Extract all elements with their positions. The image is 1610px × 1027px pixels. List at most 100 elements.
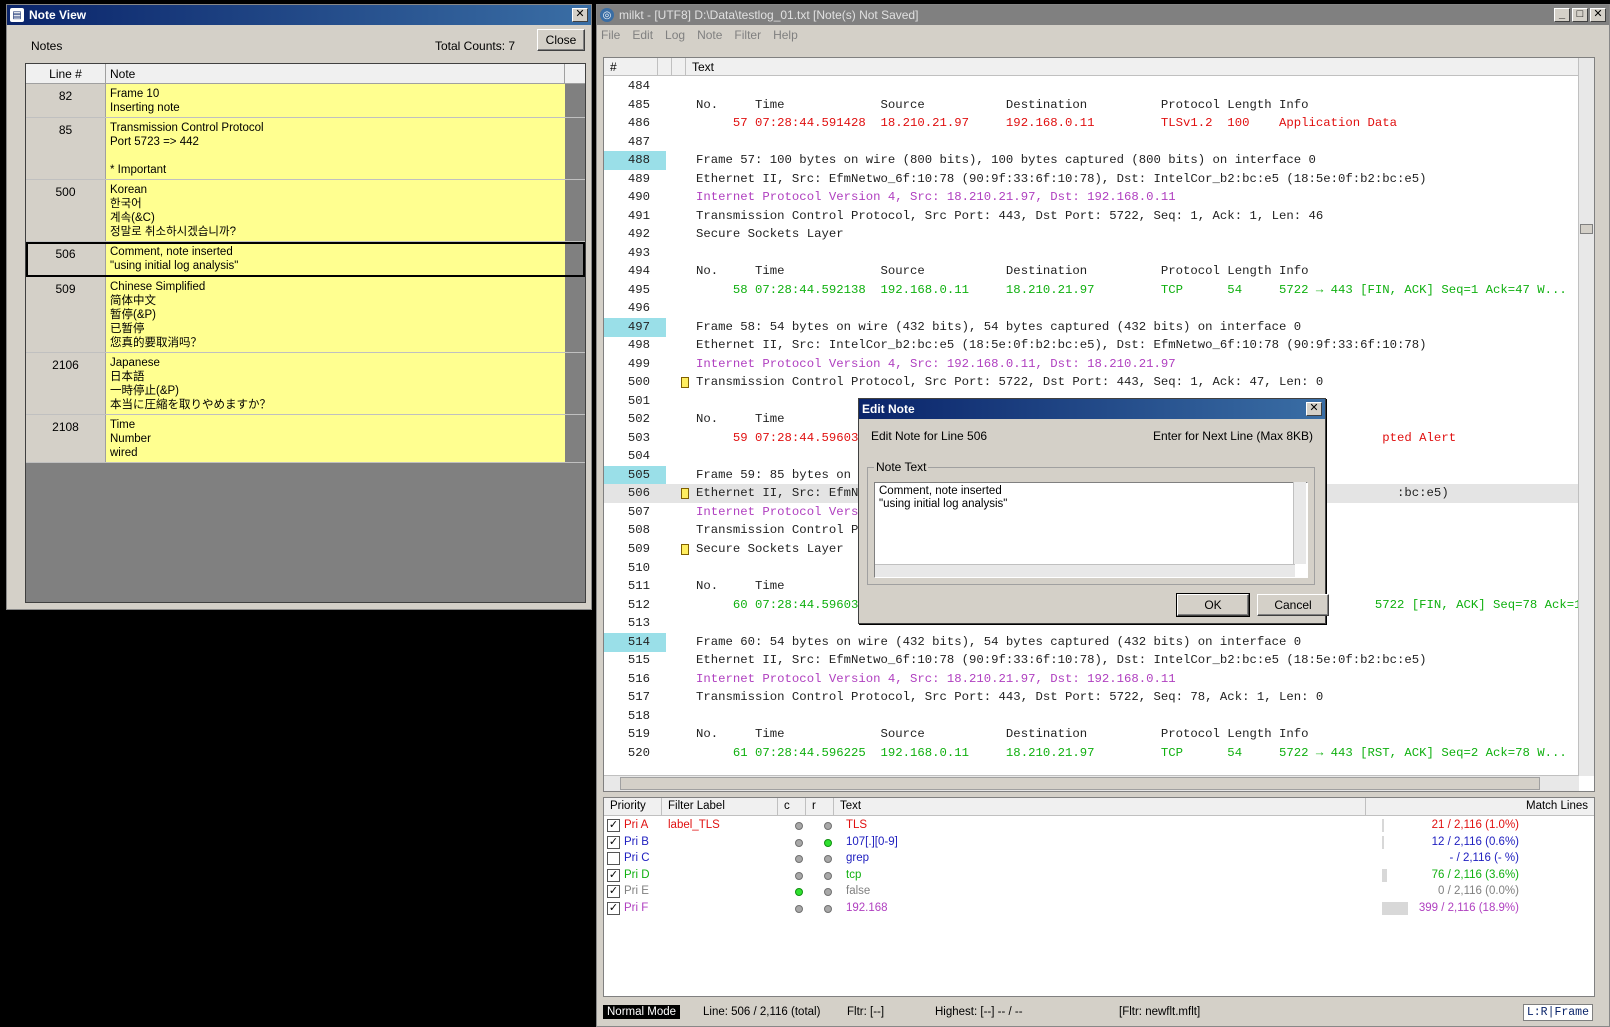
table-row[interactable]: 506 Comment, note inserted "using initial… — [26, 242, 585, 277]
edit-note-titlebar[interactable]: Edit Note ✕ — [859, 399, 1325, 419]
table-row[interactable]: 2106 Japanese 日本語 一時停止(&P) 本当に圧縮を取りやめますか？ — [26, 353, 585, 415]
log-line[interactable]: 496 — [604, 299, 1579, 318]
hscroll-thumb[interactable] — [620, 777, 1540, 790]
case-toggle-icon[interactable] — [795, 888, 803, 897]
col-line-header[interactable]: Line # — [26, 64, 106, 83]
note-icon[interactable] — [681, 377, 689, 389]
log-line[interactable]: 494 No. Time Source Destination Protocol … — [604, 262, 1579, 281]
log-line[interactable]: 500 Transmission Control Protocol, Src Po… — [604, 373, 1579, 392]
note-line-number: 2108 — [26, 415, 106, 462]
menu-item-edit[interactable]: Edit — [632, 28, 653, 42]
log-line[interactable]: 518 — [604, 707, 1579, 726]
regex-toggle-icon[interactable] — [824, 838, 832, 847]
log-line[interactable]: 519 No. Time Source Destination Protocol … — [604, 725, 1579, 744]
filter-row[interactable]: ✓ Pri F 192.168 399 / 2,116 (18.9%) — [604, 900, 1579, 917]
log-line[interactable]: 495 58 07:28:44.592138 192.168.0.11 18.2… — [604, 281, 1579, 300]
regex-toggle-icon[interactable] — [824, 822, 832, 830]
log-line[interactable]: 484 — [604, 77, 1579, 96]
vertical-scrollbar[interactable] — [1578, 58, 1594, 776]
note-icon[interactable] — [681, 488, 689, 500]
frame-indicator[interactable]: L:R|Frame — [1522, 1003, 1593, 1021]
log-line[interactable]: 488 Frame 57: 100 bytes on wire (800 bits… — [604, 151, 1579, 171]
table-row[interactable]: 2108 Time Number wired — [26, 415, 585, 463]
regex-toggle-icon[interactable] — [824, 905, 832, 913]
menu-item-log[interactable]: Log — [665, 28, 685, 42]
col-note-header[interactable]: Note — [106, 64, 565, 83]
log-line[interactable]: 490 Internet Protocol Version 4, Src: 18.… — [604, 188, 1579, 207]
col-note-header[interactable] — [672, 58, 686, 75]
filter-text: false — [846, 885, 871, 898]
minimize-icon[interactable]: _ — [1554, 8, 1570, 22]
filter-row[interactable]: Pri C grep - / 2,116 (- %) — [604, 850, 1579, 867]
scroll-thumb[interactable] — [1580, 224, 1593, 234]
filter-col-c-header[interactable]: c — [778, 798, 806, 815]
log-line[interactable]: 516 Internet Protocol Version 4, Src: 18.… — [604, 670, 1579, 689]
table-row[interactable]: 82 Frame 10 Inserting note — [26, 84, 585, 118]
note-view-titlebar[interactable]: ▤ Note View ✕ — [7, 5, 591, 25]
filter-checkbox[interactable]: ✓ — [607, 868, 620, 882]
filter-checkbox[interactable]: ✓ — [607, 819, 620, 832]
log-line[interactable]: 520 61 07:28:44.596225 192.168.0.11 18.2… — [604, 744, 1579, 763]
table-row[interactable]: 509 Chinese Simplified 简体中文 暂停(&P) 已暂停 您真… — [26, 277, 585, 353]
filter-row[interactable]: ✓ Pri D tcp 76 / 2,116 (3.6%) — [604, 867, 1579, 884]
col-num-header[interactable]: # — [604, 58, 658, 75]
line-text: Internet Protocol Version 4, Src: 18.210… — [696, 190, 1176, 205]
log-line[interactable]: 485 No. Time Source Destination Protocol … — [604, 96, 1579, 115]
menu-item-filter[interactable]: Filter — [734, 28, 761, 42]
regex-toggle-icon[interactable] — [824, 871, 832, 880]
table-row[interactable]: 500 Korean 한국어 계속(&C) 정말로 취소하시겠습니까? — [26, 180, 585, 242]
col-text-header[interactable]: Text — [686, 58, 1594, 75]
menu-item-note[interactable]: Note — [697, 28, 722, 42]
regex-toggle-icon[interactable] — [824, 888, 832, 897]
log-line[interactable]: 497 Frame 58: 54 bytes on wire (432 bits)… — [604, 317, 1579, 337]
close-icon[interactable]: ✕ — [1306, 402, 1322, 416]
filter-checkbox[interactable]: ✓ — [607, 835, 620, 849]
filter-row[interactable]: ✓ Pri B 107[.][0-9] 12 / 2,116 (0.6%) — [604, 834, 1579, 851]
log-line[interactable]: 515 Ethernet II, Src: EfmNetwo_6f:10:78 (… — [604, 651, 1579, 670]
menu-item-file[interactable]: File — [601, 28, 620, 42]
filter-pane[interactable]: Priority Filter Label c r Text Match Lines ✓ P… — [603, 797, 1595, 997]
filter-checkbox[interactable]: ✓ — [607, 902, 620, 915]
main-titlebar[interactable]: ◎ milkt - [UTF8] D:\Data\testlog_01.txt … — [597, 5, 1609, 25]
log-line[interactable]: 514 Frame 60: 54 bytes on wire (432 bits)… — [604, 632, 1579, 652]
horizontal-scrollbar[interactable] — [604, 775, 1579, 791]
log-line[interactable]: 499 Internet Protocol Version 4, Src: 192… — [604, 355, 1579, 374]
line-number: 513 — [627, 616, 650, 631]
log-line[interactable]: 487 — [604, 133, 1579, 152]
filter-row[interactable]: ✓ Pri E false 0 / 2,116 (0.0%) — [604, 883, 1579, 900]
table-row[interactable]: 85 Transmission Control Protocol Port 572… — [26, 118, 585, 180]
log-line[interactable]: 498 Ethernet II, Src: IntelCor_b2:bc:e5 (… — [604, 336, 1579, 355]
filter-checkbox[interactable] — [607, 852, 620, 866]
note-vscroll[interactable] — [1293, 482, 1306, 564]
close-button[interactable]: Close — [537, 29, 585, 51]
log-line[interactable]: 489 Ethernet II, Src: EfmNetwo_6f:10:78 (… — [604, 170, 1579, 189]
case-toggle-icon[interactable] — [795, 905, 803, 913]
filter-col-match-lines-header[interactable]: Match Lines — [1366, 798, 1594, 815]
case-toggle-icon[interactable] — [795, 822, 803, 830]
note-text: Korean 한국어 계속(&C) 정말로 취소하시겠습니까? — [106, 180, 565, 241]
col-mark-header[interactable] — [658, 58, 672, 75]
log-line[interactable]: 492 Secure Sockets Layer — [604, 225, 1579, 244]
case-toggle-icon[interactable] — [795, 871, 803, 880]
regex-toggle-icon[interactable] — [824, 855, 832, 864]
close-icon[interactable]: ✕ — [572, 8, 588, 22]
filter-col-filter-label-header[interactable]: Filter Label — [662, 798, 778, 815]
log-line[interactable]: 493 — [604, 244, 1579, 263]
case-toggle-icon[interactable] — [795, 838, 803, 847]
filter-checkbox[interactable]: ✓ — [607, 885, 620, 899]
log-line[interactable]: 491 Transmission Control Protocol, Src Po… — [604, 207, 1579, 226]
cancel-button[interactable]: Cancel — [1257, 594, 1329, 616]
log-line[interactable]: 517 Transmission Control Protocol, Src Po… — [604, 688, 1579, 707]
maximize-icon[interactable]: □ — [1572, 8, 1588, 22]
note-hscroll[interactable] — [875, 564, 1295, 577]
note-icon[interactable] — [681, 544, 689, 555]
menu-item-help[interactable]: Help — [773, 28, 798, 42]
filter-col-text-header[interactable]: Text — [834, 798, 1366, 815]
case-toggle-icon[interactable] — [795, 855, 803, 864]
log-line[interactable]: 486 57 07:28:44.591428 18.210.21.97 192.… — [604, 114, 1579, 133]
filter-col-priority-header[interactable]: Priority — [604, 798, 662, 815]
filter-col-r-header[interactable]: r — [806, 798, 834, 815]
close-icon[interactable]: ✕ — [1590, 8, 1606, 22]
filter-row[interactable]: ✓ Pri A label_TLS TLS 21 / 2,116 (1.0%) — [604, 817, 1579, 834]
ok-button[interactable]: OK — [1176, 593, 1250, 617]
